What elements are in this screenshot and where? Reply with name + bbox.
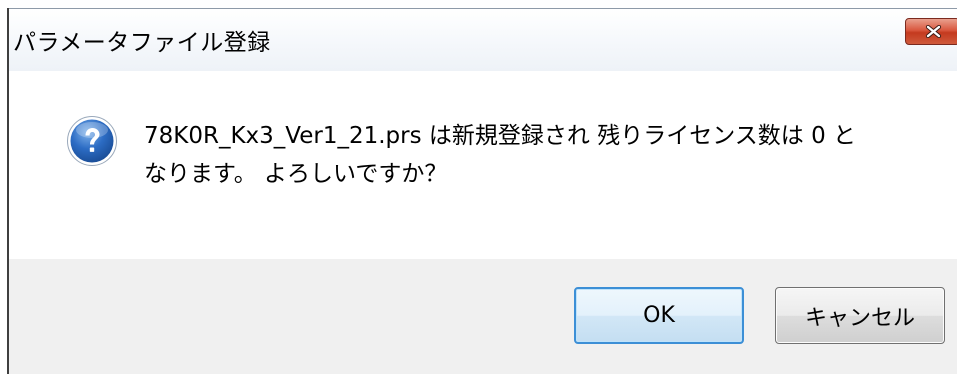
close-icon — [925, 25, 942, 38]
ok-button[interactable]: OK — [574, 287, 744, 344]
title-bar[interactable]: パラメータファイル登録 — [9, 8, 957, 71]
cancel-button[interactable]: キャンセル — [775, 287, 945, 344]
close-button[interactable] — [905, 18, 957, 45]
dialog-footer: OK キャンセル — [9, 259, 957, 374]
question-icon — [67, 116, 117, 166]
window-left-edge — [0, 0, 9, 374]
dialog-window: パラメータファイル登録 78K0R_Kx3_Ver1_21.prs は新規登録さ… — [0, 0, 957, 374]
dialog-message: 78K0R_Kx3_Ver1_21.prs は新規登録され 残りライセンス数は … — [144, 123, 857, 187]
dialog-content: 78K0R_Kx3_Ver1_21.prs は新規登録され 残りライセンス数は … — [9, 71, 957, 259]
dialog-title: パラメータファイル登録 — [13, 30, 271, 56]
